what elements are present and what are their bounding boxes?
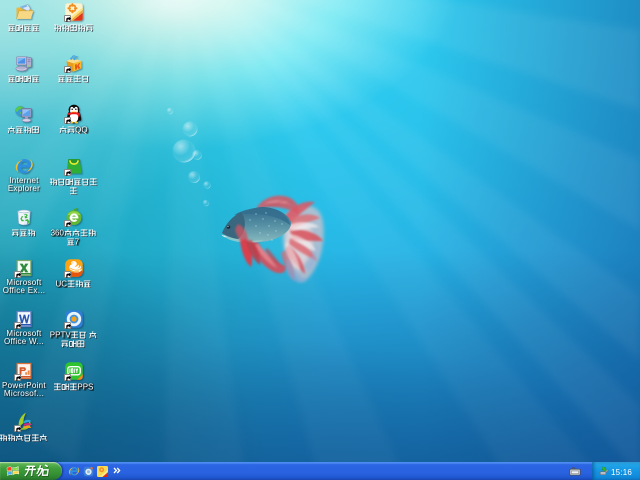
svg-text:UC: UC [55,279,67,288]
svg-text:PPS: PPS [77,382,93,391]
svg-text:QQ: QQ [75,125,87,134]
svg-text:360: 360 [50,228,64,237]
svg-text:7: 7 [75,237,80,246]
svg-text:PPTV: PPTV [49,330,71,339]
